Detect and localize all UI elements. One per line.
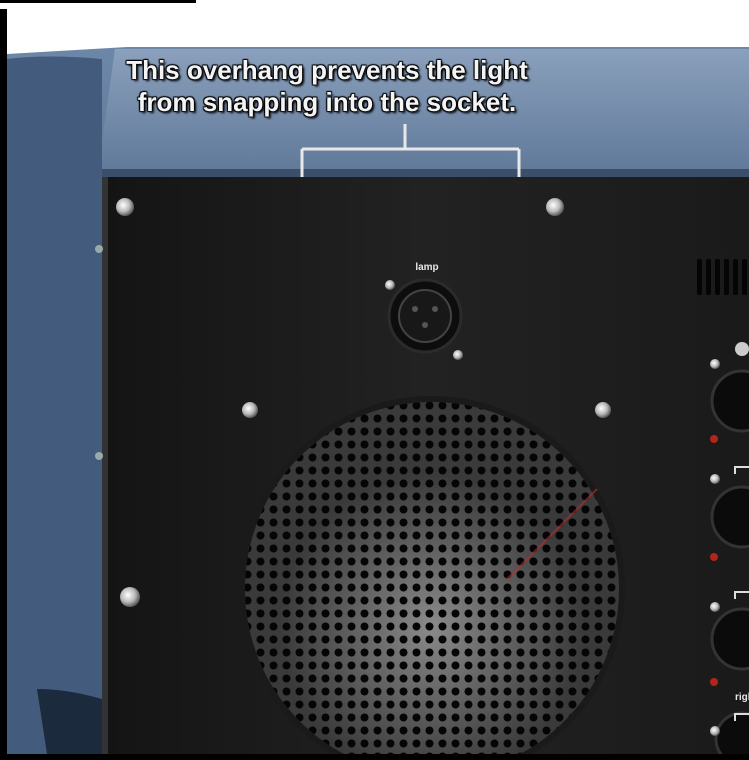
overhang-edge [95, 169, 749, 177]
panel-edge [102, 177, 108, 754]
right-connector-label: righ [735, 692, 749, 703]
photo-frame: This overhang prevents the light from sn… [0, 0, 749, 760]
housing-side [7, 56, 102, 754]
product-photo [7, 47, 749, 754]
fan-grill [239, 396, 625, 754]
overhang-lip [97, 49, 749, 177]
lamp-label: lamp [415, 262, 439, 273]
top-strip [0, 0, 196, 3]
housing-foot [37, 689, 102, 754]
